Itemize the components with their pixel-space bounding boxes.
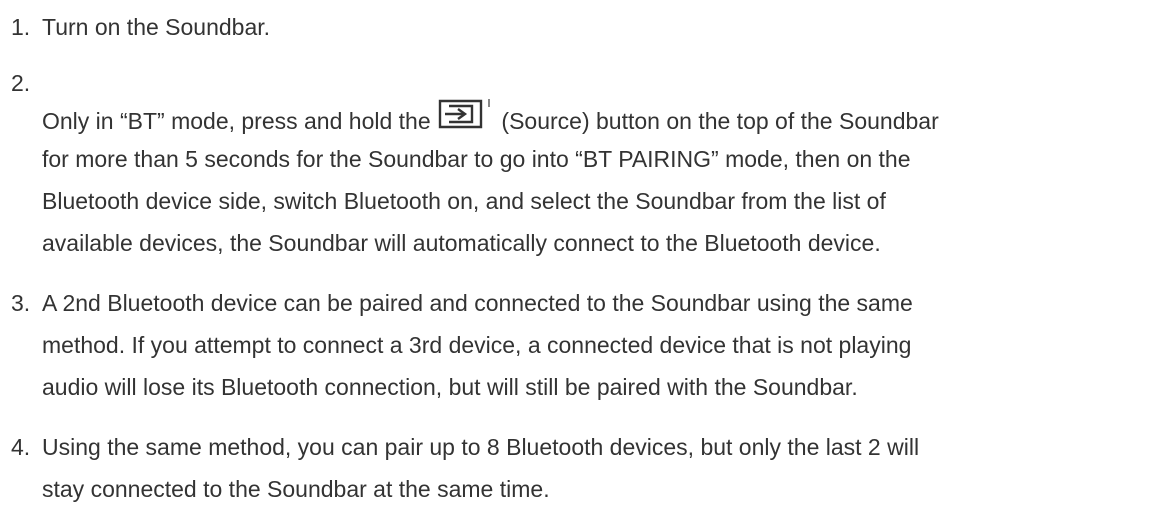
step-text-line-3: Bluetooth device side, switch Bluetooth … <box>42 188 886 214</box>
step-number: 2. <box>11 70 31 96</box>
step-text-line-2: for more than 5 seconds for the Soundbar… <box>42 146 911 172</box>
step-number: 4. <box>11 434 31 460</box>
step-number: 3. <box>11 290 31 316</box>
step-text-line-2: stay connected to the Soundbar at the sa… <box>42 476 550 502</box>
step-text-line-1: Only in “BT” mode, press and hold the (S… <box>42 99 939 135</box>
step-text-line-4: available devices, the Soundbar will aut… <box>42 230 881 256</box>
step-text: Turn on the Soundbar. <box>42 14 271 40</box>
step-text-line-2: method. If you attempt to connect a 3rd … <box>42 332 912 358</box>
step-number: 1. <box>11 14 31 40</box>
step-text-line-3: audio will lose its Bluetooth connection… <box>42 374 858 400</box>
step-text-after-icon: (Source) button on the top of the Soundb… <box>501 108 939 134</box>
step-text-line-1: A 2nd Bluetooth device can be paired and… <box>42 290 913 316</box>
step-text-before-icon: Only in “BT” mode, press and hold the <box>42 108 431 134</box>
source-button-icon <box>437 99 495 133</box>
step-text-line-1: Using the same method, you can pair up t… <box>42 434 920 460</box>
